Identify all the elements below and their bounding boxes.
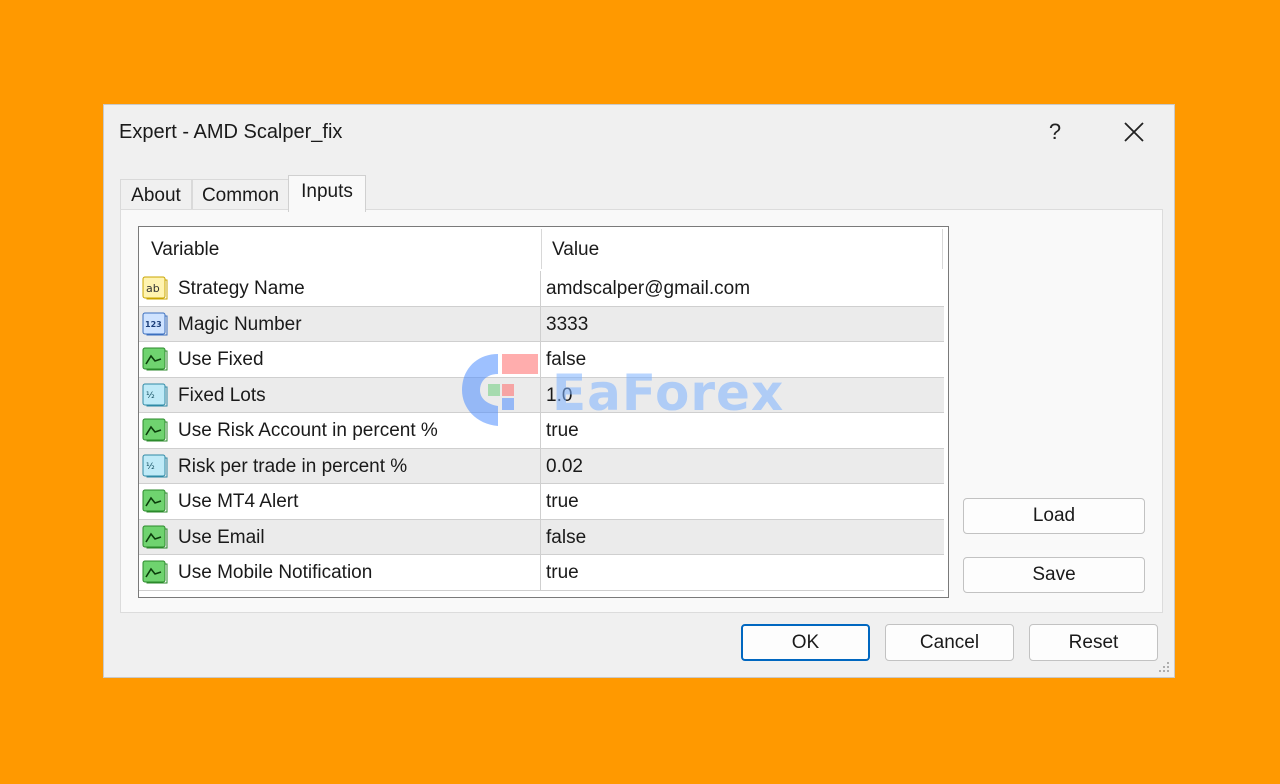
variable-name: Use Mobile Notification <box>178 562 373 583</box>
column-divider <box>942 229 943 269</box>
title-bar[interactable]: Expert - AMD Scalper_fix ? <box>104 105 1174 161</box>
bool-icon <box>142 347 168 371</box>
variable-value[interactable]: true <box>546 562 579 584</box>
variable-name: Risk per trade in percent % <box>178 455 408 477</box>
grid-rows: ab Strategy Name amdscalper@gmail.com 123 Ma… <box>139 271 944 591</box>
table-row[interactable]: Use MT4 Alert true <box>139 484 944 520</box>
cell-divider <box>540 342 541 377</box>
cell-divider <box>540 413 541 448</box>
variable-name: Use Email <box>178 526 265 548</box>
variable-name: Use Risk Account in percent % <box>178 420 438 441</box>
table-row[interactable]: ab Strategy Name amdscalper@gmail.com <box>139 271 944 307</box>
tab-common[interactable]: Common <box>192 179 289 212</box>
cell-divider <box>540 448 541 483</box>
help-button[interactable]: ? <box>1040 115 1070 149</box>
variable-value[interactable]: 3333 <box>546 314 588 336</box>
column-header-variable[interactable]: Variable <box>151 239 219 261</box>
resize-grip-icon[interactable] <box>1158 661 1170 673</box>
variable-value[interactable]: false <box>546 349 586 371</box>
cell-divider <box>540 555 541 590</box>
table-row[interactable]: Use Mobile Notification true <box>139 555 944 591</box>
double-icon: ½ <box>142 454 168 478</box>
cell-divider <box>540 271 541 306</box>
cell-divider <box>540 377 541 412</box>
variable-value[interactable]: true <box>546 491 579 513</box>
variable-name: Use Fixed <box>178 349 264 370</box>
variable-value[interactable]: true <box>546 420 579 442</box>
string-icon: ab <box>142 276 168 300</box>
column-divider[interactable] <box>541 229 542 269</box>
variable-name: Use MT4 Alert <box>178 491 299 512</box>
window-title: Expert - AMD Scalper_fix <box>119 121 343 143</box>
save-button[interactable]: Save <box>963 557 1145 593</box>
tab-about[interactable]: About <box>120 179 192 212</box>
table-row[interactable]: Use Risk Account in percent % true <box>139 413 944 449</box>
integer-icon: 123 <box>142 312 168 336</box>
reset-button[interactable]: Reset <box>1029 624 1158 661</box>
tab-inputs[interactable]: Inputs <box>288 175 366 212</box>
svg-text:123: 123 <box>145 320 162 329</box>
grid-header: Variable Value <box>139 227 948 271</box>
expert-dialog: Expert - AMD Scalper_fix ? About Common … <box>103 104 1175 678</box>
svg-text:ab: ab <box>146 282 160 295</box>
column-header-value[interactable]: Value <box>552 239 599 261</box>
variable-name: Fixed Lots <box>178 384 266 406</box>
table-row[interactable]: ½ Fixed Lots 1.0 <box>139 377 944 413</box>
close-button[interactable] <box>1114 113 1154 151</box>
table-row[interactable]: Use Fixed false <box>139 342 944 378</box>
variable-name: Magic Number <box>178 313 302 335</box>
inputs-panel: Variable Value ab Strategy Name amdscalper… <box>120 209 1163 613</box>
table-row[interactable]: ½ Risk per trade in percent % 0.02 <box>139 448 944 484</box>
table-row[interactable]: Use Email false <box>139 519 944 555</box>
bool-icon <box>142 489 168 513</box>
cell-divider <box>540 306 541 341</box>
variable-value[interactable]: false <box>546 527 586 549</box>
cell-divider <box>540 484 541 519</box>
load-button[interactable]: Load <box>963 498 1145 534</box>
bool-icon <box>142 560 168 584</box>
inputs-grid[interactable]: Variable Value ab Strategy Name amdscalper… <box>138 226 949 598</box>
bool-icon <box>142 418 168 442</box>
variable-value[interactable]: amdscalper@gmail.com <box>546 278 750 300</box>
variable-value[interactable]: 1.0 <box>546 385 572 407</box>
ok-button[interactable]: OK <box>741 624 870 661</box>
variable-name: Strategy Name <box>178 278 305 299</box>
svg-text:½: ½ <box>146 462 155 472</box>
variable-value[interactable]: 0.02 <box>546 456 583 478</box>
table-row[interactable]: 123 Magic Number 3333 <box>139 306 944 342</box>
cancel-button[interactable]: Cancel <box>885 624 1014 661</box>
svg-text:½: ½ <box>146 391 155 401</box>
close-icon <box>1124 122 1144 142</box>
bool-icon <box>142 525 168 549</box>
cell-divider <box>540 519 541 554</box>
double-icon: ½ <box>142 383 168 407</box>
